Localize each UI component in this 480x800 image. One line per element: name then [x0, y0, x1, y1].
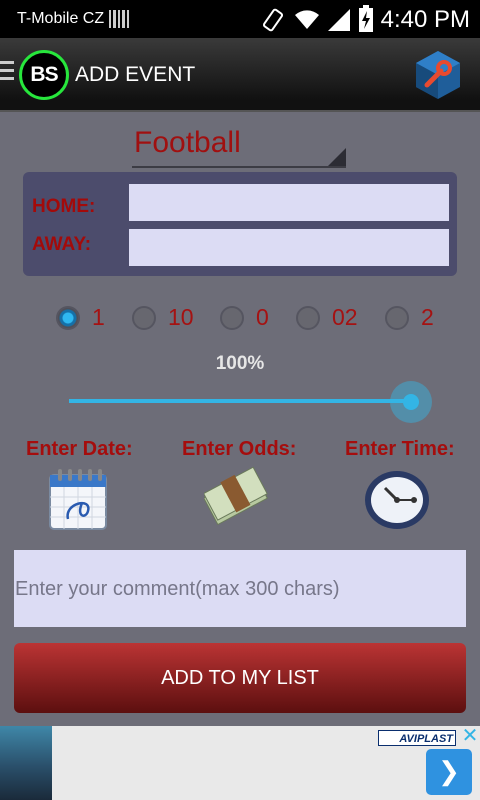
ad-banner[interactable]: AVIPLAST ✕ ❯ [0, 726, 480, 800]
radio-unchecked-icon [296, 305, 320, 330]
radio-label: 1 [92, 304, 105, 330]
comment-placeholder: Enter your comment(max 300 chars) [15, 578, 340, 600]
enter-odds-label: Enter Odds: [182, 438, 297, 460]
radio-label: 2 [421, 304, 434, 330]
carrier-name: T-Mobile CZ [17, 10, 105, 27]
confidence-slider-track[interactable] [69, 399, 412, 403]
status-bar: T-Mobile CZ 4:40 PM [0, 0, 480, 38]
clock-icon[interactable] [363, 468, 431, 532]
confidence-slider-thumb[interactable] [390, 381, 432, 423]
stake-radio-10[interactable]: 10 [132, 304, 194, 331]
slider-percent-label: 100% [215, 353, 265, 374]
add-to-list-button[interactable]: ADD TO MY LIST [14, 643, 466, 713]
clock: 4:40 PM [380, 6, 470, 33]
wifi-icon [295, 10, 319, 29]
close-icon[interactable]: ✕ [460, 726, 480, 746]
stake-radio-02[interactable]: 02 [296, 304, 358, 331]
teams-panel: HOME: AWAY: [23, 172, 457, 276]
away-label: AWAY: [32, 234, 92, 255]
dropdown-arrow-icon [328, 148, 346, 166]
sport-selected-value: Football [134, 126, 241, 159]
radio-label: 0 [256, 304, 269, 330]
away-team-input[interactable] [129, 229, 449, 266]
battery-icon [359, 5, 373, 32]
radio-unchecked-icon [220, 305, 244, 330]
chevron-right-icon[interactable]: ❯ [426, 749, 472, 795]
menu-icon[interactable] [0, 61, 14, 85]
wrench-settings-icon[interactable] [413, 49, 463, 101]
radio-unchecked-icon [385, 305, 409, 330]
radio-label: 10 [168, 304, 194, 330]
radio-unchecked-icon [132, 305, 156, 330]
page-title: ADD EVENT [75, 63, 196, 86]
vibrate-icon [262, 8, 284, 32]
home-team-input[interactable] [129, 184, 449, 221]
calendar-icon[interactable] [48, 467, 108, 531]
ad-brand-logo: AVIPLAST [378, 730, 456, 746]
stake-radio-2[interactable]: 2 [385, 304, 434, 331]
radio-checked-icon [56, 305, 80, 330]
enter-date-label: Enter Date: [26, 438, 133, 460]
radio-label: 02 [332, 304, 358, 330]
barcode-notification-icon [109, 10, 129, 28]
app-logo[interactable]: BS [19, 50, 69, 100]
ad-thumbnail-image[interactable] [0, 726, 52, 800]
sport-dropdown[interactable]: Football [132, 122, 346, 168]
enter-time-label: Enter Time: [345, 438, 455, 460]
stake-radio-0[interactable]: 0 [220, 304, 269, 331]
home-label: HOME: [32, 196, 96, 217]
money-icon[interactable] [204, 465, 268, 533]
comment-input[interactable]: Enter your comment(max 300 chars) [14, 550, 466, 627]
stake-radio-1[interactable]: 1 [56, 304, 105, 331]
signal-icon [328, 9, 350, 31]
app-bar: BS ADD EVENT [0, 38, 480, 112]
